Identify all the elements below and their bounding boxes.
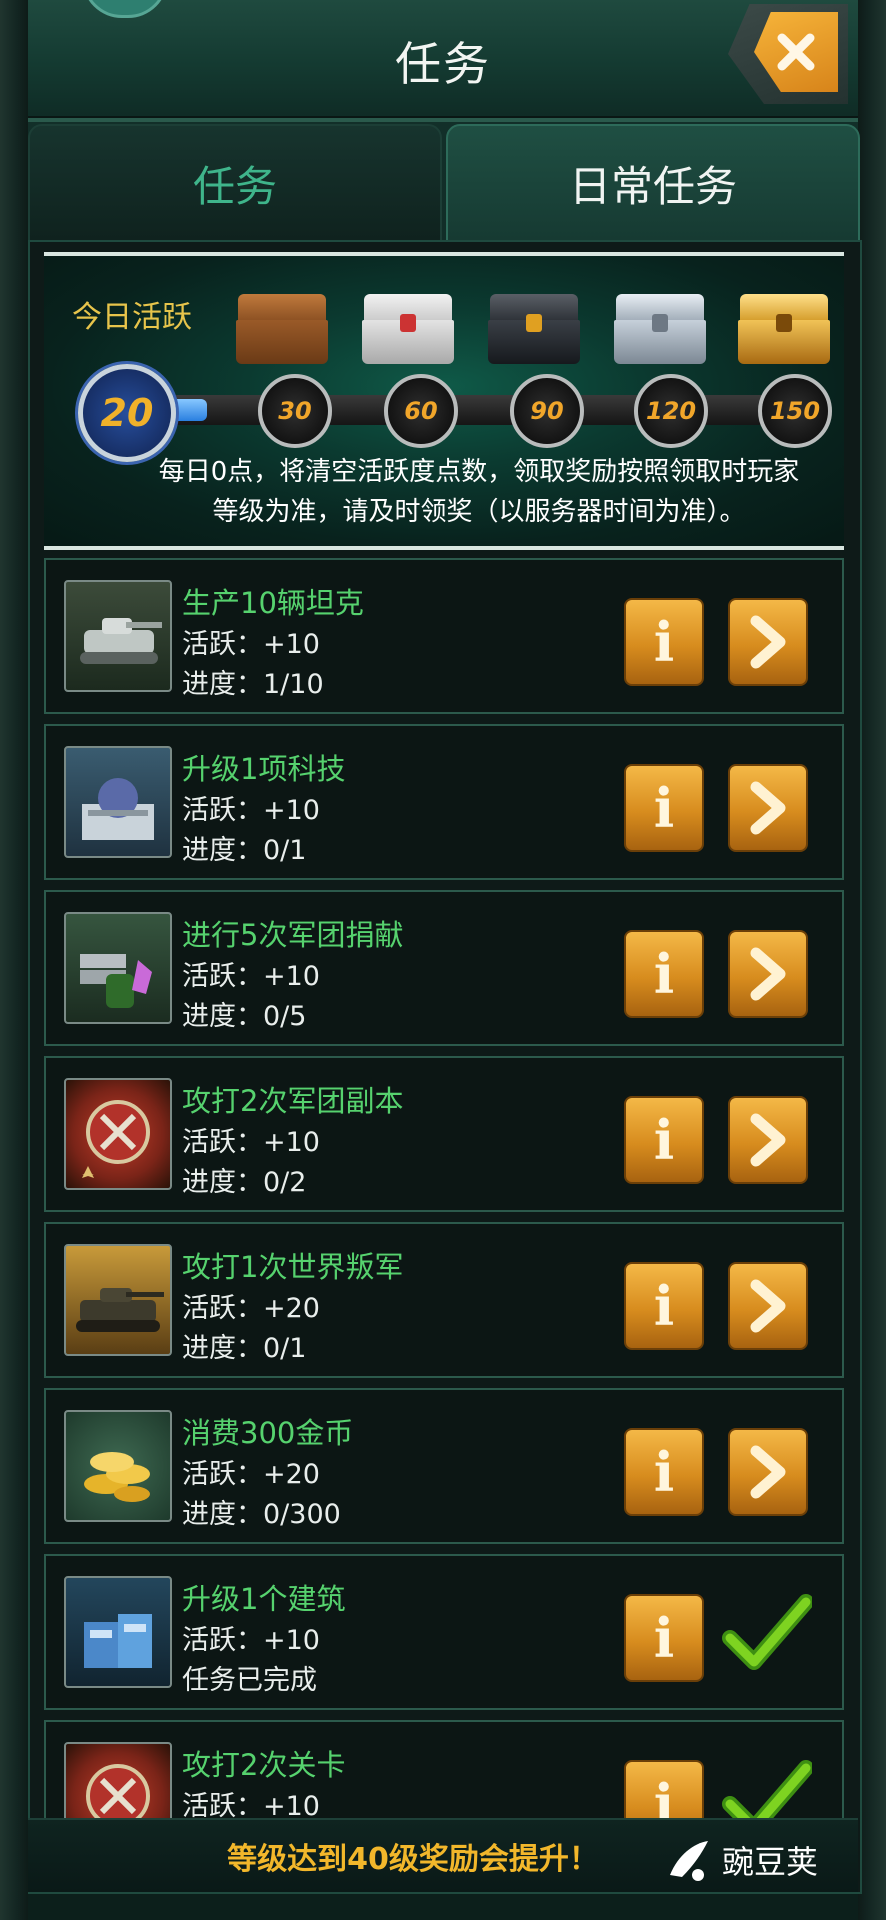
task-name: 升级1项科技 <box>182 752 346 786</box>
task-panel: 今日活跃 20 30 60 90 120 150 每日0点，将清空活跃度点数，领… <box>28 240 862 1894</box>
task-activity-points: 活跃：+10 <box>182 1127 320 1158</box>
go-button[interactable] <box>728 930 808 1018</box>
task-activity-points: 活跃：+10 <box>182 795 320 826</box>
building-icon <box>64 1576 172 1688</box>
task-row: 进行5次军团捐献 活跃：+10 进度：0/5 i <box>44 890 844 1046</box>
task-name: 攻打2次军团副本 <box>182 1084 404 1118</box>
task-list: 生产10辆坦克 活跃：+10 进度：1/10 i 升级1项科技 活跃：+10 进度：0/1 i… <box>44 558 844 1886</box>
task-name: 攻打1次世界叛军 <box>182 1250 404 1284</box>
header: 任务 <box>28 0 858 122</box>
task-row: 消费300金币 活跃：+20 进度：0/300 i <box>44 1388 844 1544</box>
task-activity-points: 活跃：+10 <box>182 1625 320 1656</box>
task-progress: 任务已完成 <box>182 1665 317 1696</box>
go-button[interactable] <box>728 1096 808 1184</box>
task-row: 攻打1次世界叛军 活跃：+20 进度：0/1 i <box>44 1222 844 1378</box>
task-row: 攻打2次军团副本 活跃：+10 进度：0/2 i <box>44 1056 844 1212</box>
task-activity-points: 活跃：+10 <box>182 629 320 660</box>
task-progress: 进度：0/2 <box>182 1167 307 1198</box>
tank-icon <box>64 580 172 692</box>
info-button[interactable]: i <box>624 1428 704 1516</box>
go-button[interactable] <box>728 764 808 852</box>
current-activity-badge: 20 <box>78 364 176 462</box>
task-progress: 进度：1/10 <box>182 669 324 700</box>
chevron-right-icon <box>750 1279 786 1333</box>
info-button[interactable]: i <box>624 1096 704 1184</box>
resources-icon <box>64 912 172 1024</box>
chevron-right-icon <box>750 1113 786 1167</box>
task-progress: 进度：0/1 <box>182 1333 307 1364</box>
black-chest-icon[interactable] <box>488 294 580 364</box>
watermark: 豌豆荚 <box>664 1830 854 1890</box>
task-row: 升级1项科技 活跃：+10 进度：0/1 i <box>44 724 844 880</box>
task-progress: 进度：0/5 <box>182 1001 307 1032</box>
task-activity-points: 活跃：+20 <box>182 1459 320 1490</box>
watermark-logo-icon <box>670 1841 708 1881</box>
gold-coins-icon <box>64 1410 172 1522</box>
chevron-right-icon <box>750 781 786 835</box>
info-button[interactable]: i <box>624 764 704 852</box>
info-button[interactable]: i <box>624 930 704 1018</box>
task-name: 进行5次军团捐献 <box>182 918 404 952</box>
task-name: 消费300金币 <box>182 1416 354 1450</box>
info-icon: i <box>653 1606 675 1670</box>
milestone-node: 120 <box>634 374 708 448</box>
activity-note: 每日0点，将清空活跃度点数，领取奖励按照领取时玩家 等级为准，请及时领奖（以服务… <box>158 457 800 527</box>
info-button[interactable]: i <box>624 1594 704 1682</box>
legion-emblem-icon <box>64 1078 172 1190</box>
task-activity-points: 活跃：+10 <box>182 961 320 992</box>
milestone-node: 90 <box>510 374 584 448</box>
corner-badge-icon <box>82 0 168 18</box>
footer-text: 等级达到40级奖励会提升！ <box>227 1842 599 1877</box>
task-progress: 进度：0/300 <box>182 1499 341 1530</box>
info-icon: i <box>653 610 675 674</box>
wooden-chest-icon[interactable] <box>236 294 328 364</box>
checkmark-icon <box>722 1588 814 1678</box>
info-icon: i <box>653 776 675 840</box>
milestone-node: 30 <box>258 374 332 448</box>
left-rail <box>0 0 28 1920</box>
research-building-icon <box>64 746 172 858</box>
chevron-right-icon <box>750 1445 786 1499</box>
info-icon: i <box>653 1108 675 1172</box>
info-button[interactable]: i <box>624 1262 704 1350</box>
right-rail <box>858 0 886 1920</box>
tab-daily-tasks[interactable]: 日常任务 <box>446 124 860 242</box>
rebel-tank-icon <box>64 1244 172 1356</box>
info-icon: i <box>653 1440 675 1504</box>
milestone-node: 60 <box>384 374 458 448</box>
task-row: 生产10辆坦克 活跃：+10 进度：1/10 i <box>44 558 844 714</box>
close-x-icon <box>754 12 838 92</box>
task-progress: 进度：0/1 <box>182 835 307 866</box>
milestone-node: 150 <box>758 374 832 448</box>
info-button[interactable]: i <box>624 598 704 686</box>
info-icon: i <box>653 1274 675 1338</box>
gold-chest-icon[interactable] <box>738 294 830 364</box>
go-button[interactable] <box>728 598 808 686</box>
go-button[interactable] <box>728 1428 808 1516</box>
task-name: 攻打2次关卡 <box>182 1748 346 1782</box>
info-icon: i <box>653 942 675 1006</box>
chevron-right-icon <box>750 947 786 1001</box>
tab-bar: 任务 日常任务 <box>28 124 860 242</box>
task-name: 生产10辆坦克 <box>182 586 364 620</box>
task-row: 升级1个建筑 活跃：+10 任务已完成 i <box>44 1554 844 1710</box>
activity-progress-bar <box>114 395 814 425</box>
chevron-right-icon <box>750 615 786 669</box>
activity-section: 今日活跃 20 30 60 90 120 150 每日0点，将清空活跃度点数，领… <box>44 252 844 550</box>
task-name: 升级1个建筑 <box>182 1582 346 1616</box>
task-activity-points: 活跃：+20 <box>182 1293 320 1324</box>
white-crate-icon[interactable] <box>362 294 454 364</box>
silver-chest-icon[interactable] <box>614 294 706 364</box>
activity-label: 今日活跃 <box>72 300 192 335</box>
tab-tasks[interactable]: 任务 <box>28 124 442 242</box>
go-button[interactable] <box>728 1262 808 1350</box>
